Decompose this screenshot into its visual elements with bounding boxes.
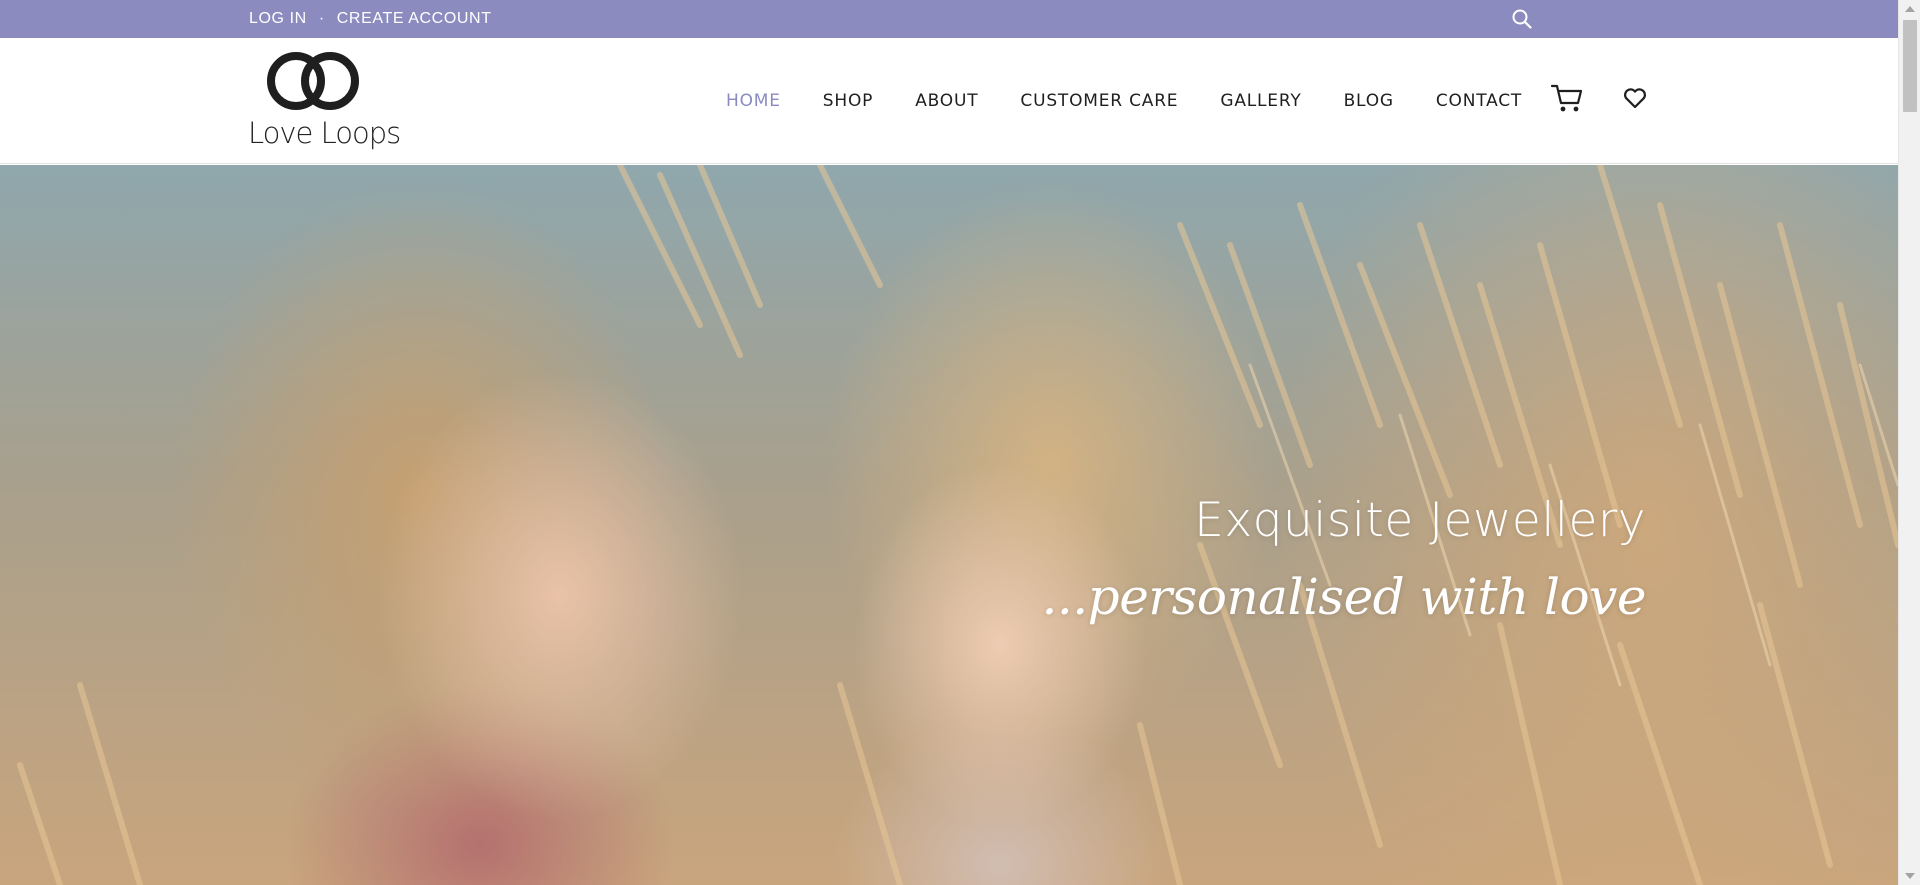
nav-about[interactable]: ABOUT — [915, 91, 978, 111]
interlocking-rings-logo-icon — [267, 52, 359, 110]
scroll-down-arrow-icon[interactable] — [1905, 873, 1915, 879]
link-separator: · — [318, 10, 325, 27]
nav-customer-care[interactable]: CUSTOMER CARE — [1020, 91, 1178, 111]
logo-wordmark: Love Loops — [248, 116, 401, 150]
create-account-link[interactable]: CREATE ACCOUNT — [337, 10, 492, 28]
main-navigation: HOME SHOP ABOUT CUSTOMER CARE GALLERY BL… — [705, 38, 1543, 164]
scrollbar-thumb[interactable] — [1903, 20, 1917, 112]
nav-gallery[interactable]: GALLERY — [1220, 91, 1301, 111]
nav-contact[interactable]: CONTACT — [1436, 91, 1522, 111]
site-header: Love Loops HOME SHOP ABOUT CUSTOMER CARE… — [0, 38, 1898, 164]
nav-shop[interactable]: SHOP — [823, 91, 873, 111]
site-logo[interactable]: Love Loops — [248, 48, 401, 152]
top-utility-bar: LOG IN · CREATE ACCOUNT — [0, 0, 1898, 38]
hero-tagline: ...personalised with love — [1041, 568, 1647, 626]
hero-banner: Exquisite Jewellery ...personalised with… — [0, 165, 1898, 885]
search-icon[interactable] — [1511, 8, 1533, 30]
nav-home[interactable]: HOME — [726, 91, 781, 111]
login-link[interactable]: LOG IN — [249, 10, 307, 28]
vertical-scrollbar[interactable] — [1898, 0, 1920, 885]
account-links: LOG IN · CREATE ACCOUNT — [249, 0, 492, 38]
cart-icon[interactable] — [1550, 82, 1584, 114]
hero-headline: Exquisite Jewellery — [1194, 493, 1646, 548]
scroll-up-arrow-icon[interactable] — [1905, 6, 1915, 12]
nav-blog[interactable]: BLOG — [1344, 91, 1394, 111]
heart-icon[interactable] — [1623, 87, 1647, 109]
